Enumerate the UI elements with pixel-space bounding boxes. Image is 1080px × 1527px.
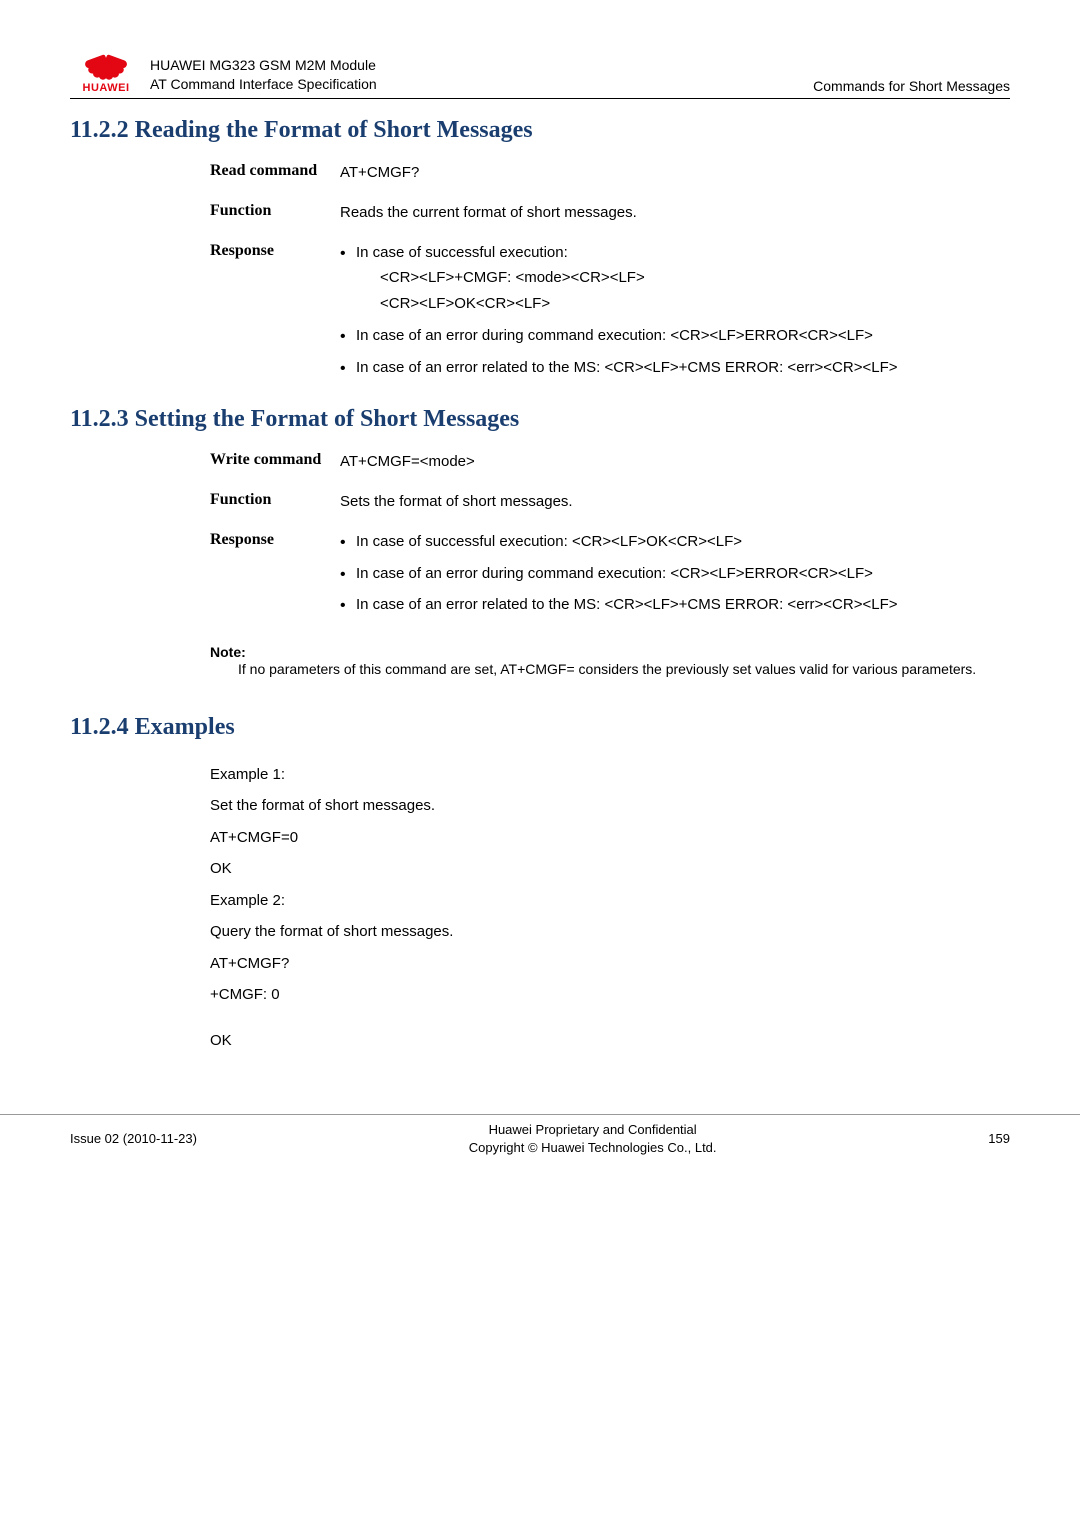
- footer-page-number: 159: [988, 1131, 1080, 1146]
- resp-text: In case of an error during command execu…: [356, 565, 873, 582]
- resp-item: In case of successful execution: <CR><LF…: [340, 531, 980, 553]
- resp-text: In case of successful execution: <CR><LF…: [356, 533, 742, 550]
- value-function-1123: Sets the format of short messages.: [340, 491, 980, 513]
- section-heading-1123: 11.2.3 Setting the Format of Short Messa…: [70, 406, 1010, 433]
- label-function-1123: Function: [210, 491, 340, 513]
- page: HUAWEI HUAWEI MG323 GSM M2M Module AT Co…: [0, 0, 1080, 1086]
- resp-item: In case of an error during command execu…: [340, 563, 980, 585]
- section-heading-1124: 11.2.4 Examples: [70, 714, 1010, 741]
- footer-issue: Issue 02 (2010-11-23): [0, 1131, 197, 1146]
- label-response-1123: Response: [210, 531, 340, 626]
- header-right: Commands for Short Messages: [813, 78, 1010, 94]
- resp-item: In case of an error related to the MS: <…: [340, 594, 980, 616]
- row-read-command: Read command AT+CMGF?: [210, 162, 980, 184]
- example-line: Example 2:: [210, 885, 1010, 917]
- row-response-1122: Response In case of successful execution…: [210, 242, 980, 389]
- example-line: OK: [210, 853, 1010, 885]
- example-line: AT+CMGF=0: [210, 822, 1010, 854]
- label-read-command: Read command: [210, 162, 340, 184]
- example-line: Query the format of short messages.: [210, 916, 1010, 948]
- value-response-1123: In case of successful execution: <CR><LF…: [340, 531, 980, 626]
- resp-item: In case of successful execution: <CR><LF…: [340, 242, 980, 315]
- header-title-2: AT Command Interface Specification: [150, 75, 813, 94]
- huawei-logo-icon: [82, 40, 130, 80]
- examples-block: Example 1: Set the format of short messa…: [210, 759, 1010, 1057]
- resp-text: In case of successful execution:: [356, 244, 568, 261]
- example-line: +CMGF: 0: [210, 979, 1010, 1011]
- row-function-1123: Function Sets the format of short messag…: [210, 491, 980, 513]
- resp-sub: <CR><LF>OK<CR><LF>: [356, 293, 980, 315]
- footer-center: Huawei Proprietary and Confidential Copy…: [197, 1121, 988, 1156]
- footer-proprietary: Huawei Proprietary and Confidential: [197, 1121, 988, 1139]
- resp-sub: <CR><LF>+CMGF: <mode><CR><LF>: [356, 267, 980, 289]
- resp-item: In case of an error during command execu…: [340, 325, 980, 347]
- definition-block-1122: Read command AT+CMGF? Function Reads the…: [210, 162, 980, 388]
- example-line: Example 1:: [210, 759, 1010, 791]
- page-footer: Issue 02 (2010-11-23) Huawei Proprietary…: [0, 1114, 1080, 1156]
- example-line: AT+CMGF?: [210, 948, 1010, 980]
- resp-item: In case of an error related to the MS: <…: [340, 357, 980, 379]
- value-write-command: AT+CMGF=<mode>: [340, 451, 980, 473]
- note-text: If no parameters of this command are set…: [238, 660, 980, 680]
- header-titles: HUAWEI MG323 GSM M2M Module AT Command I…: [150, 56, 813, 94]
- huawei-logo: HUAWEI: [70, 40, 142, 94]
- value-read-command: AT+CMGF?: [340, 162, 980, 184]
- footer-copyright: Copyright © Huawei Technologies Co., Ltd…: [197, 1139, 988, 1157]
- resp-text: In case of an error related to the MS: <…: [356, 596, 898, 613]
- value-function-1122: Reads the current format of short messag…: [340, 202, 980, 224]
- row-function-1122: Function Reads the current format of sho…: [210, 202, 980, 224]
- label-response-1122: Response: [210, 242, 340, 389]
- huawei-logo-text: HUAWEI: [83, 82, 130, 94]
- label-write-command: Write command: [210, 451, 340, 473]
- resp-text: In case of an error during command execu…: [356, 327, 873, 344]
- value-response-1122: In case of successful execution: <CR><LF…: [340, 242, 980, 389]
- page-header: HUAWEI HUAWEI MG323 GSM M2M Module AT Co…: [70, 40, 1010, 99]
- definition-block-1123: Write command AT+CMGF=<mode> Function Se…: [210, 451, 980, 626]
- example-line: OK: [210, 1025, 1010, 1057]
- label-function-1122: Function: [210, 202, 340, 224]
- row-write-command: Write command AT+CMGF=<mode>: [210, 451, 980, 473]
- header-title-1: HUAWEI MG323 GSM M2M Module: [150, 56, 813, 75]
- resp-text: In case of an error related to the MS: <…: [356, 359, 898, 376]
- note-label: Note:: [210, 644, 1010, 660]
- example-line: Set the format of short messages.: [210, 790, 1010, 822]
- section-heading-1122: 11.2.2 Reading the Format of Short Messa…: [70, 117, 1010, 144]
- row-response-1123: Response In case of successful execution…: [210, 531, 980, 626]
